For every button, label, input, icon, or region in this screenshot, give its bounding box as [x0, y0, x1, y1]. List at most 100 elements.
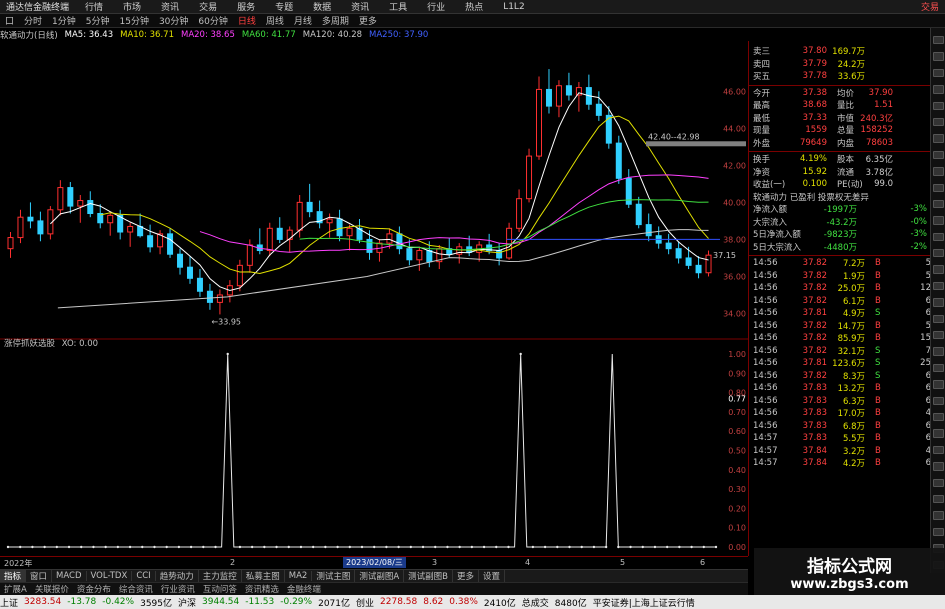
sidebar-button-icon[interactable] — [932, 134, 944, 143]
sidebar-button-icon[interactable] — [932, 331, 944, 340]
sidebar-button-icon[interactable] — [932, 347, 944, 356]
info-tab[interactable]: 金融终端 — [283, 583, 325, 595]
indicator-tab[interactable]: 更多 — [453, 570, 480, 582]
indicator-tab[interactable]: CCI — [132, 571, 156, 581]
sidebar-button-icon[interactable] — [932, 462, 944, 471]
info-tab[interactable]: 扩展A — [0, 583, 31, 595]
sidebar-button-icon[interactable] — [932, 511, 944, 520]
flow-row-cell: 5日大宗流入 — [753, 242, 801, 253]
sidebar-button-icon[interactable] — [932, 36, 944, 45]
info-tab[interactable]: 资讯精选 — [241, 583, 283, 595]
period-toolbar: 口 分时 1分钟 5分钟 15分钟 30分钟 60分钟 日线 周线 月线 多周期… — [0, 14, 945, 28]
sidebar-button-icon[interactable] — [932, 527, 944, 537]
info-tab[interactable]: 行业资讯 — [157, 583, 199, 595]
sidebar-button-icon[interactable] — [932, 216, 944, 225]
period-tab[interactable]: 更多 — [354, 14, 382, 27]
index-label[interactable]: 创业 — [356, 596, 374, 609]
ask-row-cell: 24.2万 — [837, 59, 865, 70]
menu-item[interactable]: 数据 — [303, 0, 341, 13]
indicator-tab[interactable]: 测试副图B — [404, 570, 453, 582]
period-tab[interactable]: 30分钟 — [154, 14, 193, 27]
sidebar-button-icon[interactable] — [932, 249, 944, 258]
sidebar-button-icon[interactable] — [932, 199, 944, 209]
tick-row: 14:56 37.83 6.3万 B 6 — [749, 395, 931, 408]
index-label[interactable]: 沪深 — [178, 596, 196, 609]
fin-row-cell: 99.0 — [874, 179, 893, 190]
indicator-tab[interactable]: 指标 — [0, 570, 27, 582]
info-tab[interactable]: 资金分布 — [73, 583, 115, 595]
sidebar-button-icon[interactable] — [932, 183, 944, 192]
candle-body — [665, 242, 672, 250]
xo-point — [629, 545, 632, 549]
period-tab[interactable]: 15分钟 — [115, 14, 154, 27]
kline-chart[interactable]: 46.00 44.00 42.00 40.00 38.00 36.00 34.00 ←33.9… — [0, 41, 748, 556]
xo-point — [214, 545, 217, 549]
sidebar-button-icon[interactable] — [932, 380, 944, 389]
sidebar-button-icon[interactable] — [932, 265, 944, 274]
indicator-tab[interactable]: 窗口 — [26, 570, 53, 582]
indicator-tab[interactable]: MA2 — [285, 571, 313, 581]
sidebar-button-icon[interactable] — [932, 52, 944, 61]
menu-item[interactable]: L1L2 — [493, 2, 534, 12]
period-tab[interactable]: 月线 — [289, 14, 317, 27]
xo-point — [397, 545, 400, 549]
tick-row-cell: 6.1万 — [842, 296, 865, 307]
sidebar-button-icon[interactable] — [932, 85, 944, 94]
indicator-name: 涨停抓妖选股 — [4, 339, 56, 349]
index-label[interactable]: 上证 — [0, 596, 18, 609]
tick-row-cell: 6.3万 — [842, 396, 865, 407]
info-row-cell: 37.33 — [802, 112, 827, 123]
menu-item[interactable]: 资讯 — [341, 0, 379, 13]
sidebar-button-icon[interactable] — [932, 445, 944, 455]
sidebar-button-icon[interactable] — [932, 314, 944, 324]
sidebar-button-icon[interactable] — [932, 429, 944, 438]
tick-row-cell: 6 — [925, 383, 931, 394]
sidebar-button-icon[interactable] — [932, 150, 944, 160]
info-row-cell: 现量 — [753, 126, 771, 137]
period-tab[interactable]: 60分钟 — [193, 14, 232, 27]
sidebar-button-icon[interactable] — [932, 298, 944, 307]
info-tab[interactable]: 互动问答 — [199, 583, 241, 595]
menu-item[interactable]: 服务 — [227, 0, 265, 13]
layout-icon[interactable]: 口 — [0, 14, 19, 27]
sidebar-button-icon[interactable] — [932, 281, 944, 291]
sidebar-button-icon[interactable] — [932, 101, 944, 110]
menu-item[interactable]: 交易 — [189, 0, 227, 13]
menu-item[interactable]: 工具 — [379, 0, 417, 13]
period-tab-selected[interactable]: 日线 — [233, 14, 261, 27]
sidebar-button-icon[interactable] — [932, 412, 944, 422]
info-tab[interactable]: 关联报价 — [31, 583, 73, 595]
trade-button[interactable]: 交易 — [921, 0, 945, 13]
indicator-tab[interactable]: VOL-TDX — [87, 571, 133, 581]
indicator-tab[interactable]: MACD — [52, 571, 87, 581]
info-tab[interactable]: 综合资讯 — [115, 583, 157, 595]
indicator-tab[interactable]: 私募主图 — [242, 570, 285, 582]
sidebar-button-icon[interactable] — [932, 363, 944, 373]
tick-row-cell: S — [875, 308, 881, 319]
menu-item[interactable]: 行情 — [75, 0, 113, 13]
indicator-tab[interactable]: 测试副图A — [355, 570, 405, 582]
indicator-axis-label: 0.70 — [728, 408, 746, 417]
period-tab[interactable]: 周线 — [261, 14, 289, 27]
sidebar-button-icon[interactable] — [932, 68, 944, 78]
indicator-tab[interactable]: 趋势动力 — [156, 570, 199, 582]
sidebar-button-icon[interactable] — [932, 232, 944, 242]
indicator-tab[interactable]: 主力监控 — [199, 570, 242, 582]
menu-item[interactable]: 行业 — [417, 0, 455, 13]
menu-item[interactable]: 市场 — [113, 0, 151, 13]
period-tab[interactable]: 分时 — [19, 14, 47, 27]
xo-point — [324, 545, 327, 549]
menu-item[interactable]: 专题 — [265, 0, 303, 13]
sidebar-button-icon[interactable] — [932, 478, 944, 487]
period-tab[interactable]: 多周期 — [317, 14, 354, 27]
sidebar-button-icon[interactable] — [932, 117, 944, 127]
sidebar-button-icon[interactable] — [932, 167, 944, 176]
menu-item[interactable]: 资讯 — [151, 0, 189, 13]
menu-item[interactable]: 热点 — [455, 0, 493, 13]
period-tab[interactable]: 5分钟 — [81, 14, 115, 27]
period-tab[interactable]: 1分钟 — [47, 14, 81, 27]
sidebar-button-icon[interactable] — [932, 494, 944, 504]
sidebar-button-icon[interactable] — [932, 396, 944, 405]
indicator-tab[interactable]: 测试主图 — [312, 570, 356, 582]
indicator-tab[interactable]: 设置 — [479, 570, 506, 582]
